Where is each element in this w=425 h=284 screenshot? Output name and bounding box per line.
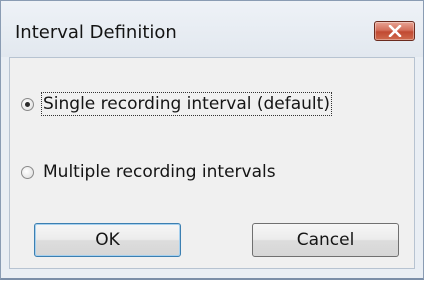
close-button[interactable] xyxy=(374,21,415,41)
window-title: Interval Definition xyxy=(15,22,177,43)
cancel-button[interactable]: Cancel xyxy=(252,223,399,257)
radio-selected-dot xyxy=(25,101,30,107)
radio-single-interval[interactable] xyxy=(21,97,34,111)
dialog-body: Single recording interval (default) Mult… xyxy=(9,57,415,269)
option-multiple-intervals[interactable]: Multiple recording intervals xyxy=(21,161,277,183)
close-icon xyxy=(388,25,401,37)
option-single-interval[interactable]: Single recording interval (default) xyxy=(21,92,332,116)
radio-multiple-intervals[interactable] xyxy=(21,165,34,179)
option-single-interval-label[interactable]: Single recording interval (default) xyxy=(41,92,332,116)
ok-button[interactable]: OK xyxy=(34,223,181,257)
interval-definition-dialog: Interval Definition Single recording int… xyxy=(0,0,424,280)
title-bar[interactable]: Interval Definition xyxy=(1,1,423,57)
option-multiple-intervals-label[interactable]: Multiple recording intervals xyxy=(42,161,277,183)
